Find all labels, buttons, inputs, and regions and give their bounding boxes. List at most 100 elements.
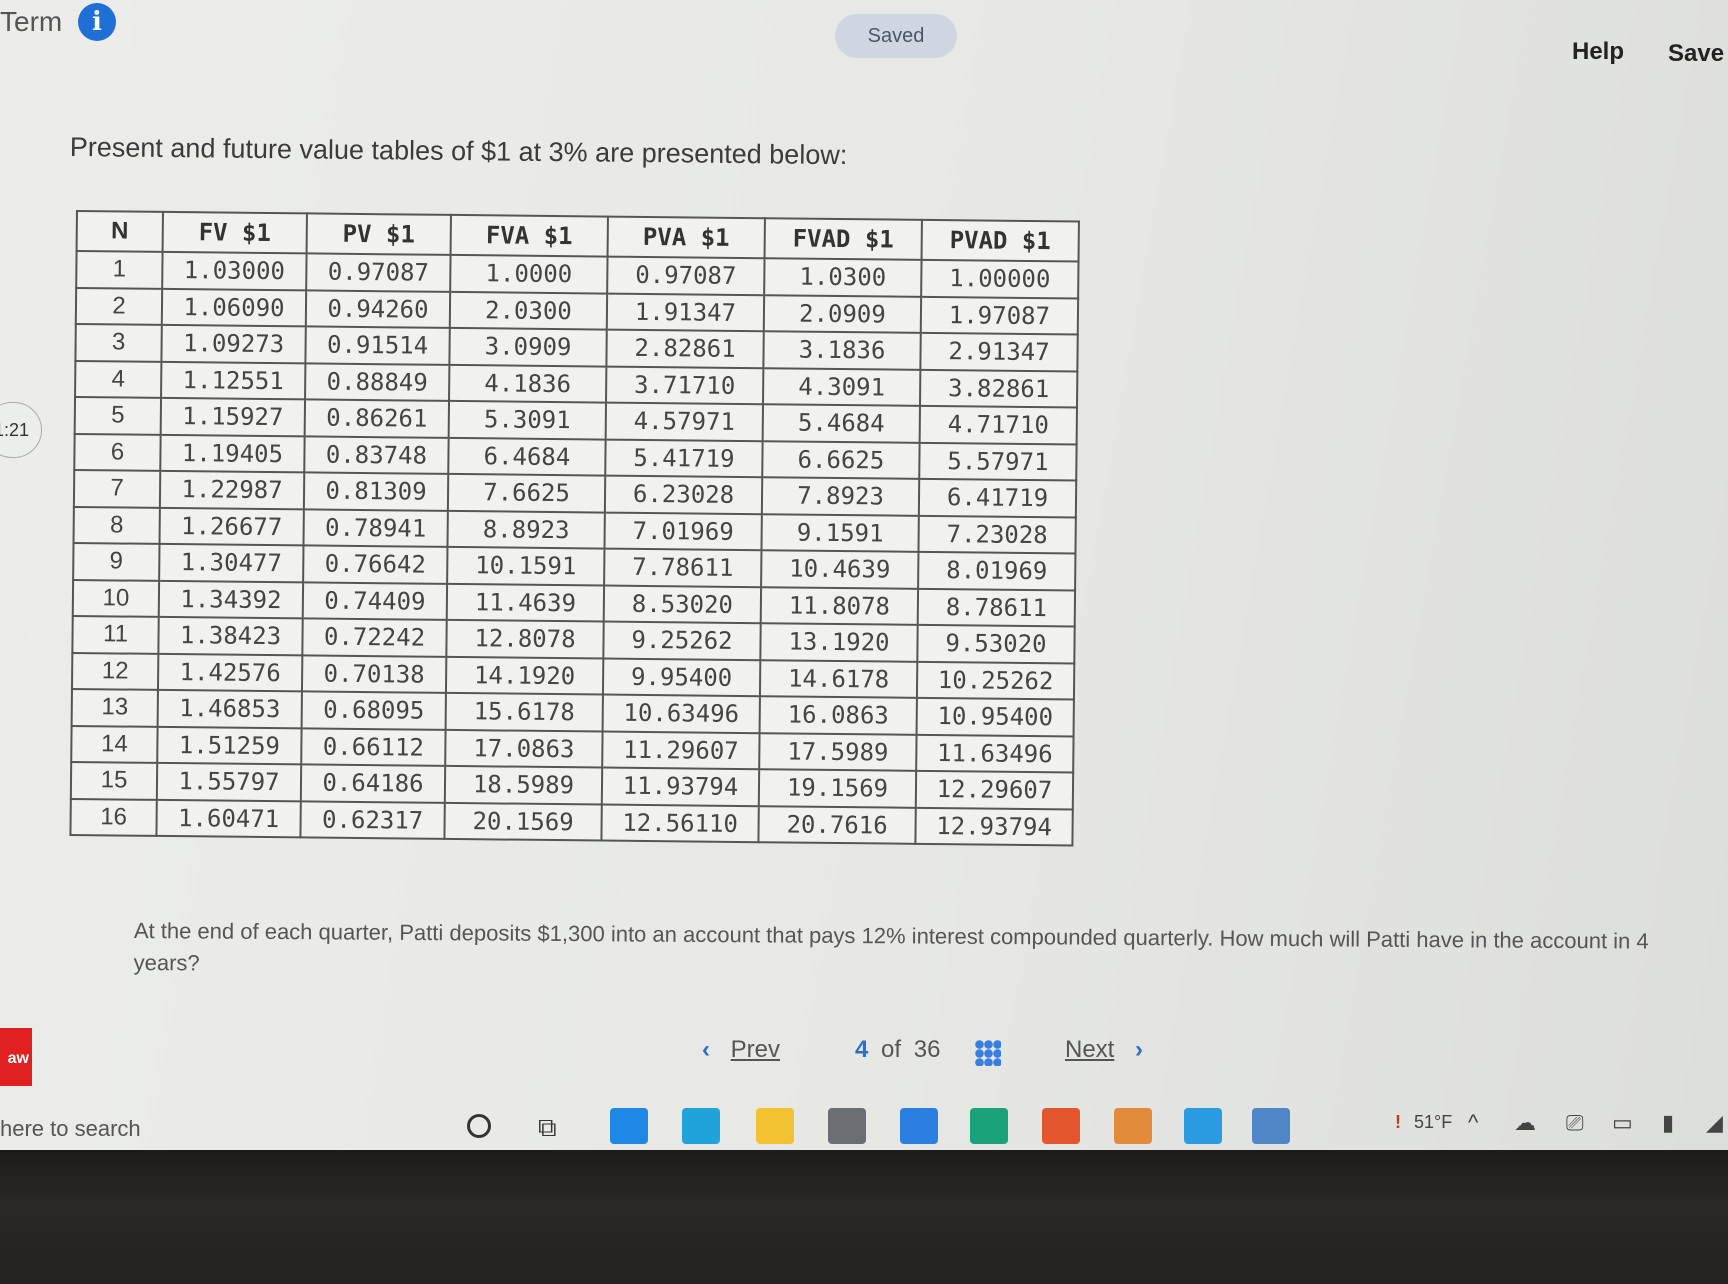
value-cell: 1.91347 <box>606 293 765 332</box>
value-cell: 18.5989 <box>444 765 603 805</box>
value-cell: 1.38423 <box>158 616 303 655</box>
value-cell: 11.63496 <box>916 734 1074 773</box>
period-cell: 3 <box>75 324 162 362</box>
photos-icon[interactable] <box>610 1108 648 1144</box>
meet-now-icon[interactable]: ⎚ <box>1566 1110 1584 1136</box>
paint-icon[interactable] <box>1114 1108 1152 1144</box>
battery-icon[interactable]: ▮ <box>1662 1110 1674 1136</box>
prev-button[interactable]: ‹ Prev <box>702 1036 780 1064</box>
value-cell: 1.30477 <box>159 543 304 582</box>
value-cell: 2.0300 <box>449 291 608 330</box>
chevron-up-icon[interactable]: ^ <box>1468 1110 1478 1136</box>
page-counter: 4 of 36 <box>855 1036 940 1064</box>
value-cell: 10.95400 <box>916 697 1074 736</box>
grid-icon[interactable] <box>975 1040 1001 1066</box>
value-cell: 12.29607 <box>915 770 1074 809</box>
period-cell: 12 <box>71 652 159 690</box>
value-cell: 9.95400 <box>602 658 761 697</box>
value-cell: 0.68095 <box>301 691 446 730</box>
monitor-bezel <box>0 1150 1728 1284</box>
value-cell: 14.6178 <box>759 659 918 698</box>
value-cell: 1.60471 <box>156 799 301 838</box>
value-cell: 12.56110 <box>601 804 759 843</box>
value-cell: 20.1569 <box>444 802 602 841</box>
value-cell: 0.70138 <box>301 654 447 693</box>
value-cell: 20.7616 <box>758 805 916 844</box>
display-icon[interactable]: ▭ <box>1612 1110 1633 1136</box>
value-cell: 1.97087 <box>920 296 1079 335</box>
period-cell: 14 <box>71 725 158 763</box>
app-icon[interactable] <box>1184 1108 1222 1144</box>
value-cell: 0.74409 <box>302 581 448 620</box>
value-cell: 0.72242 <box>302 618 447 657</box>
period-cell: 8 <box>73 506 160 544</box>
value-cell: 8.01969 <box>918 551 1076 590</box>
value-cell: 1.0000 <box>450 254 608 294</box>
mail-icon[interactable] <box>900 1108 938 1144</box>
period-cell: 10 <box>72 579 160 617</box>
value-cell: 8.8923 <box>447 510 605 549</box>
value-cell: 1.06090 <box>161 288 307 327</box>
value-cell: 0.97087 <box>306 253 451 292</box>
value-cell: 10.25262 <box>916 661 1075 700</box>
value-cell: 1.12551 <box>161 361 306 400</box>
of-label: of <box>881 1036 902 1063</box>
value-cell: 1.19405 <box>160 434 305 473</box>
value-cell: 19.1569 <box>758 769 917 808</box>
value-cell: 5.3091 <box>448 400 607 440</box>
brand-logo: aw <box>0 1028 32 1086</box>
value-cell: 15.6178 <box>445 692 603 732</box>
onedrive-icon[interactable]: ☁ <box>1514 1110 1536 1136</box>
value-cell: 7.8923 <box>761 477 920 516</box>
taskbar-search[interactable]: here to search <box>0 1116 141 1142</box>
info-icon[interactable]: i <box>78 3 116 41</box>
value-cell: 0.97087 <box>607 256 765 295</box>
value-cell: 0.88849 <box>305 362 450 401</box>
value-cell: 7.6625 <box>447 473 606 513</box>
next-button[interactable]: Next › <box>1065 1036 1143 1064</box>
prev-label: Prev <box>730 1036 781 1063</box>
lockdown-browser-icon[interactable] <box>970 1108 1008 1144</box>
value-cell: 17.5989 <box>759 732 917 771</box>
value-cell: 6.23028 <box>604 475 763 514</box>
value-cell: 5.4684 <box>762 404 920 443</box>
cortana-icon[interactable] <box>467 1114 491 1138</box>
save-link[interactable]: Save <box>1668 40 1724 68</box>
value-cell: 1.03000 <box>162 251 307 290</box>
value-cell: 4.71710 <box>919 405 1077 444</box>
value-cell: 9.53020 <box>917 624 1075 663</box>
value-cell: 0.83748 <box>304 435 449 474</box>
value-cell: 12.8078 <box>446 619 604 659</box>
store-icon[interactable] <box>828 1108 866 1144</box>
value-cell: 1.46853 <box>157 689 302 728</box>
value-cell: 1.34392 <box>158 580 304 619</box>
edge-icon[interactable] <box>682 1108 720 1144</box>
value-cell: 3.0909 <box>449 327 607 367</box>
value-cell: 0.66112 <box>301 727 446 766</box>
column-header: FVAD $1 <box>764 218 922 260</box>
value-cell: 4.3091 <box>763 367 921 406</box>
question-text: At the end of each quarter, Patti deposi… <box>133 917 1649 976</box>
task-view-icon[interactable]: ⧉ <box>538 1112 557 1144</box>
period-cell: 11 <box>72 615 159 654</box>
column-header: PV $1 <box>306 213 451 255</box>
help-link[interactable]: Help <box>1572 38 1624 66</box>
weather-widget[interactable]: ! 51°F <box>1395 1112 1452 1133</box>
value-table-wrapper: N FV $1 PV $1 FVA $1 PVA $1 FVAD $1 PVAD… <box>69 210 1080 847</box>
office-icon[interactable] <box>1042 1108 1080 1144</box>
value-cell: 4.1836 <box>449 364 607 403</box>
chevron-right-icon: › <box>1135 1036 1144 1063</box>
value-cell: 2.91347 <box>920 332 1078 371</box>
value-cell: 7.78611 <box>604 548 762 587</box>
file-explorer-icon[interactable] <box>756 1108 794 1144</box>
period-cell: 5 <box>74 397 162 435</box>
value-cell: 7.01969 <box>604 512 762 551</box>
value-cell: 5.41719 <box>605 439 763 478</box>
value-cell: 10.1591 <box>447 546 605 586</box>
value-cell: 11.8078 <box>760 586 919 625</box>
wifi-icon[interactable]: ◢ <box>1706 1110 1723 1136</box>
value-cell: 1.51259 <box>157 726 302 765</box>
value-cell: 1.55797 <box>156 762 302 801</box>
value-cell: 6.41719 <box>918 478 1077 517</box>
calculator-icon[interactable] <box>1252 1108 1290 1144</box>
